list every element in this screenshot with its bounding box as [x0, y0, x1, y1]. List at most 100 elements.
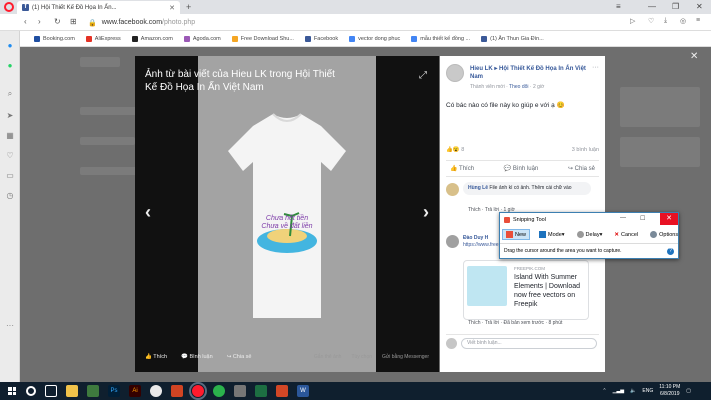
bookmark-item[interactable]: mẫu thiết kế đồng ...: [411, 35, 471, 42]
url-field[interactable]: 🔒 www.facebook.com/photo.php: [88, 17, 608, 28]
photo-like-button[interactable]: 👍 Thích: [145, 354, 167, 360]
commenter-avatar[interactable]: [446, 183, 459, 196]
commenter-avatar[interactable]: [446, 235, 459, 248]
app-icon[interactable]: [234, 385, 246, 397]
like-button[interactable]: 👍 Thích: [450, 165, 474, 172]
photo-share-button[interactable]: ↪ Chia sẻ: [227, 354, 252, 360]
opera-sidebar: ● ● ⌕ ➤ ▦ ♡ ▭ ◷ ···: [0, 31, 20, 382]
fullscreen-icon[interactable]: ⤢: [419, 70, 427, 81]
new-tab-button[interactable]: +: [186, 2, 191, 12]
chrome-icon[interactable]: [150, 385, 162, 397]
bookmark-heart-icon[interactable]: ♡: [648, 17, 654, 25]
notifications-icon[interactable]: ▢: [686, 388, 691, 394]
heart-icon[interactable]: ♡: [5, 151, 15, 161]
word-icon[interactable]: W: [297, 385, 309, 397]
post-meta: Thành viên mới · Theo dõi · 2 giờ: [470, 84, 545, 90]
home-icon[interactable]: ⊞: [70, 17, 77, 26]
bookmark-item[interactable]: Agoda.com: [183, 35, 221, 42]
close-window-button[interactable]: ✕: [696, 2, 703, 11]
bookmark-item[interactable]: Amazon.com: [131, 35, 173, 42]
speed-dial-icon[interactable]: ▦: [5, 131, 15, 141]
reload-icon[interactable]: ↻: [54, 17, 61, 26]
app-icon[interactable]: [213, 385, 225, 397]
history-icon[interactable]: ◷: [5, 191, 15, 201]
snapshot-icon[interactable]: ▷: [630, 17, 635, 25]
windows-start-icon[interactable]: [8, 387, 16, 395]
comment-button[interactable]: 💬 Bình luận: [504, 165, 539, 172]
comment-input[interactable]: Viết bình luận...: [461, 338, 597, 349]
tab-close-icon[interactable]: ✕: [169, 4, 175, 12]
tag-photo-link[interactable]: Gắn thẻ ảnh: [314, 354, 342, 360]
more-options-icon[interactable]: ···: [592, 64, 599, 71]
snip-cancel-button[interactable]: ✕ Cancel: [611, 231, 641, 239]
app-icon[interactable]: [171, 385, 183, 397]
file-explorer-icon[interactable]: [66, 385, 78, 397]
post-author[interactable]: Hieu LK ▸ Hội Thiết Kế Đồ Họa In Ấn Việt…: [470, 65, 590, 81]
bookmark-item[interactable]: Booking.com: [34, 35, 75, 42]
photo-comment-button[interactable]: 💬 Bình luận: [181, 354, 213, 360]
bookmark-item[interactable]: Facebook: [304, 35, 338, 42]
clock[interactable]: 11:10 PM 6/8/2019: [659, 384, 680, 398]
illustrator-icon[interactable]: Ai: [129, 385, 141, 397]
task-view-icon[interactable]: [45, 385, 57, 397]
settings-icon[interactable]: ≡: [696, 17, 700, 24]
next-arrow-icon[interactable]: ›: [423, 202, 429, 223]
link-preview-card[interactable]: FREEPIK.COM Island With Summer Elements …: [463, 260, 589, 320]
snip-minimize-button[interactable]: —: [620, 215, 626, 221]
options-link[interactable]: Tùy chọn: [351, 354, 372, 360]
bookmark-favicon-icon: [85, 35, 92, 42]
snip-mode-button[interactable]: Mode ▾: [536, 230, 568, 239]
system-tray: ⌃ ▁▃▅ 🔈 ENG 11:10 PM 6/8/2019 ▢: [602, 384, 691, 398]
opera-taskbar-icon[interactable]: [189, 382, 207, 400]
excel-icon[interactable]: [255, 385, 267, 397]
tab-facebook[interactable]: f (1) Hội Thiết Kế Đồ Họa In Ấn... ✕: [17, 1, 180, 14]
search-icon[interactable]: ⌕: [5, 89, 15, 99]
app-icon[interactable]: [87, 385, 99, 397]
share-button[interactable]: ↪ Chia sẻ: [568, 165, 595, 172]
menu-icon[interactable]: ≡: [616, 2, 621, 11]
cortana-icon[interactable]: [26, 386, 36, 396]
snip-hint: Drag the cursor around the area you want…: [500, 243, 678, 258]
send-icon[interactable]: ➤: [5, 111, 15, 121]
prev-arrow-icon[interactable]: ‹: [145, 202, 151, 223]
bookmark-item[interactable]: Free Download Shu...: [231, 35, 294, 42]
avatar[interactable]: [446, 64, 464, 82]
volume-icon[interactable]: 🔈: [630, 388, 636, 394]
comments-count[interactable]: 3 bình luận: [572, 147, 599, 153]
help-icon[interactable]: ?: [667, 248, 674, 255]
tray-chevron-icon[interactable]: ⌃: [602, 388, 606, 394]
download-icon[interactable]: ⤓: [664, 17, 667, 25]
send-messenger-link[interactable]: Gửi bằng Messenger: [382, 354, 429, 360]
minimize-button[interactable]: —: [648, 2, 656, 11]
opera-logo-icon[interactable]: [4, 2, 14, 12]
tshirt-image: Chưa hết tiền Chưa về đất liền: [198, 56, 376, 372]
bookmark-label: Agoda.com: [192, 35, 221, 42]
news-icon[interactable]: ▭: [5, 171, 15, 181]
messenger-icon[interactable]: ●: [5, 41, 15, 51]
bookmark-item[interactable]: (1) Ăn Thun Gia Đìn...: [481, 35, 544, 42]
language-indicator[interactable]: ENG: [642, 388, 653, 394]
bookmark-favicon-icon: [481, 35, 488, 42]
profile-icon[interactable]: ◎: [680, 17, 686, 25]
network-icon[interactable]: ▁▃▅: [613, 388, 625, 394]
photoshop-icon[interactable]: Ps: [108, 385, 120, 397]
bookmark-label: mẫu thiết kế đồng ...: [420, 35, 471, 42]
whatsapp-icon[interactable]: ●: [5, 61, 15, 71]
snip-options-button[interactable]: Options: [647, 230, 681, 239]
close-overlay-icon[interactable]: ✕: [690, 51, 698, 62]
reactions-count[interactable]: 👍😮 8: [446, 147, 464, 153]
snipping-titlebar[interactable]: Snipping Tool: [500, 213, 678, 226]
maximize-button[interactable]: ❐: [672, 2, 679, 11]
snip-delay-button[interactable]: Delay ▾: [574, 230, 606, 239]
snip-maximize-button[interactable]: ☐: [640, 215, 645, 222]
bookmark-item[interactable]: AliExpress: [85, 35, 121, 42]
forward-icon[interactable]: ›: [38, 17, 41, 26]
snip-new-button[interactable]: New: [502, 229, 531, 240]
comment-2-actions[interactable]: Thích · Trả lời · Đã bản xem trước · 8 p…: [468, 320, 562, 326]
more-icon[interactable]: ···: [5, 321, 15, 331]
snip-close-button[interactable]: ✕: [660, 213, 678, 225]
powerpoint-icon[interactable]: [276, 385, 288, 397]
tab-bar: f (1) Hội Thiết Kế Đồ Họa In Ấn... ✕ + ≡…: [0, 0, 711, 14]
bookmark-item[interactable]: vector dong phuc: [349, 35, 400, 42]
back-icon[interactable]: ‹: [24, 17, 27, 26]
